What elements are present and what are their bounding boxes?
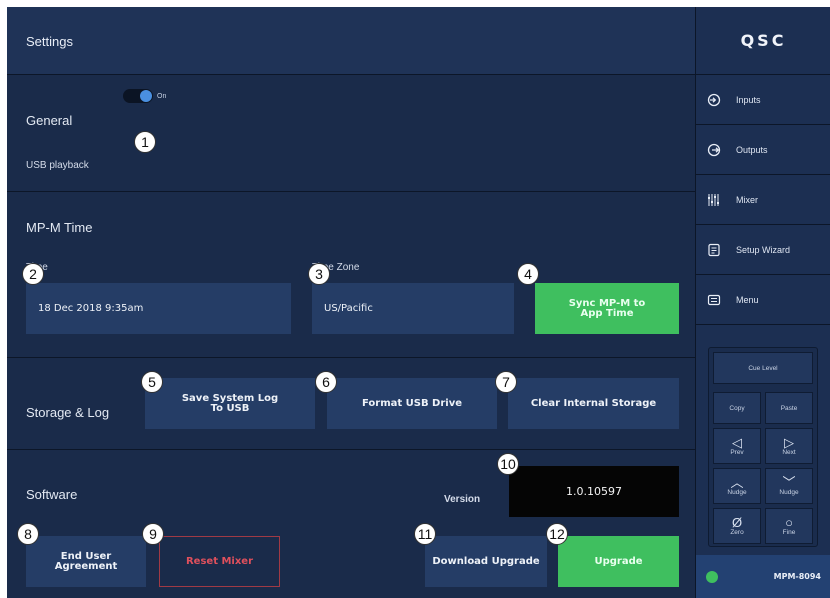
prev-arrow-icon: ◁ [732, 435, 742, 450]
version-value: 1.0.10597 [509, 466, 679, 517]
callout-marker: 5 [141, 371, 163, 393]
callout-marker: 11 [414, 523, 436, 545]
paste-button[interactable]: Paste [765, 392, 813, 424]
chevron-up-icon: ︿ [730, 475, 744, 490]
upgrade-button[interactable]: Upgrade [558, 536, 679, 587]
mpm-time-title: MP-M Time [26, 220, 93, 235]
download-upgrade-button[interactable]: Download Upgrade [425, 536, 547, 587]
nudge-up-label: Nudge [727, 489, 747, 496]
callout-marker: 1 [134, 131, 156, 153]
paste-label: Paste [780, 404, 798, 412]
callout-marker: 3 [308, 263, 330, 285]
zero-button[interactable]: Ø Zero [713, 508, 761, 544]
callout-marker: 8 [17, 523, 39, 545]
callout-marker: 6 [315, 371, 337, 393]
callout-marker: 10 [497, 453, 519, 475]
settings-main: Settings General USB playback On MP-M Ti… [7, 7, 695, 598]
callout-marker: 2 [22, 263, 44, 285]
cue-control-panel: Cue Level Copy Paste ◁ Prev ▷ Next ︿ Nud… [708, 347, 818, 547]
usb-playback-label: USB playback [26, 160, 89, 171]
callout-marker: 4 [517, 263, 539, 285]
sidebar-item-label: Menu [736, 294, 759, 305]
end-user-agreement-button[interactable]: End User Agreement [26, 536, 146, 587]
mixer-icon [706, 192, 722, 208]
device-status-bar[interactable]: MPM-8094 [696, 555, 830, 598]
clear-storage-button[interactable]: Clear Internal Storage [508, 378, 679, 429]
time-field[interactable]: 18 Dec 2018 9:35am [26, 283, 291, 334]
fine-label: Fine [782, 529, 796, 536]
next-arrow-icon: ▷ [784, 435, 794, 450]
next-button[interactable]: ▷ Next [765, 428, 813, 464]
fine-button[interactable]: ○ Fine [765, 508, 813, 544]
chevron-down-icon: ﹀ [782, 475, 796, 490]
nudge-down-label: Nudge [779, 489, 799, 496]
sidebar-item-label: Mixer [736, 194, 758, 205]
device-name: MPM-8094 [773, 572, 821, 581]
sidebar-item-setup-wizard[interactable]: Setup Wizard [696, 225, 830, 275]
copy-label: Copy [729, 404, 745, 412]
sidebar: QSC Inputs Outputs Mixer Setup Wizard Me… [695, 7, 830, 598]
prev-button[interactable]: ◁ Prev [713, 428, 761, 464]
callout-marker: 12 [546, 523, 568, 545]
menu-icon [706, 292, 722, 308]
app-window: Settings General USB playback On MP-M Ti… [7, 7, 830, 598]
callout-marker: 7 [495, 371, 517, 393]
usb-playback-toggle[interactable] [123, 89, 153, 103]
cue-level-label: Cue Level [748, 364, 778, 372]
next-label: Next [782, 449, 796, 456]
wifi-status-icon [706, 570, 718, 583]
sidebar-item-menu[interactable]: Menu [696, 275, 830, 325]
cue-level-button[interactable]: Cue Level [713, 352, 813, 384]
zero-icon: Ø [731, 515, 743, 530]
zero-label: Zero [730, 529, 744, 536]
storage-log-title: Storage & Log [26, 405, 110, 420]
format-usb-button[interactable]: Format USB Drive [327, 378, 497, 429]
callout-marker: 9 [142, 523, 164, 545]
version-label: Version [444, 494, 481, 505]
sync-time-button[interactable]: Sync MP-M to App Time [535, 283, 679, 334]
fine-circle-icon: ○ [785, 515, 793, 530]
time-zone-select[interactable]: US/Pacific [312, 283, 514, 334]
sidebar-item-outputs[interactable]: Outputs [696, 125, 830, 175]
reset-mixer-button[interactable]: Reset Mixer [159, 536, 280, 587]
prev-label: Prev [730, 449, 744, 456]
nudge-up-button[interactable]: ︿ Nudge [713, 468, 761, 504]
usb-playback-state: On [157, 93, 167, 100]
toggle-knob [140, 90, 152, 102]
page-header: Settings [7, 7, 695, 75]
sidebar-item-label: Outputs [736, 144, 768, 155]
qsc-logo: QSC [696, 7, 830, 75]
general-title: General [26, 113, 73, 128]
sidebar-item-label: Setup Wizard [736, 244, 791, 255]
inputs-icon [706, 92, 722, 108]
general-section: General USB playback [7, 75, 695, 192]
sidebar-item-mixer[interactable]: Mixer [696, 175, 830, 225]
outputs-icon [706, 142, 722, 158]
save-system-log-button[interactable]: Save System Log To USB [145, 378, 315, 429]
sidebar-item-inputs[interactable]: Inputs [696, 75, 830, 125]
copy-button[interactable]: Copy [713, 392, 761, 424]
sidebar-item-label: Inputs [736, 94, 761, 105]
page-title: Settings [26, 34, 73, 49]
nudge-down-button[interactable]: ﹀ Nudge [765, 468, 813, 504]
setup-wizard-icon [706, 242, 722, 258]
software-title: Software [26, 487, 78, 502]
